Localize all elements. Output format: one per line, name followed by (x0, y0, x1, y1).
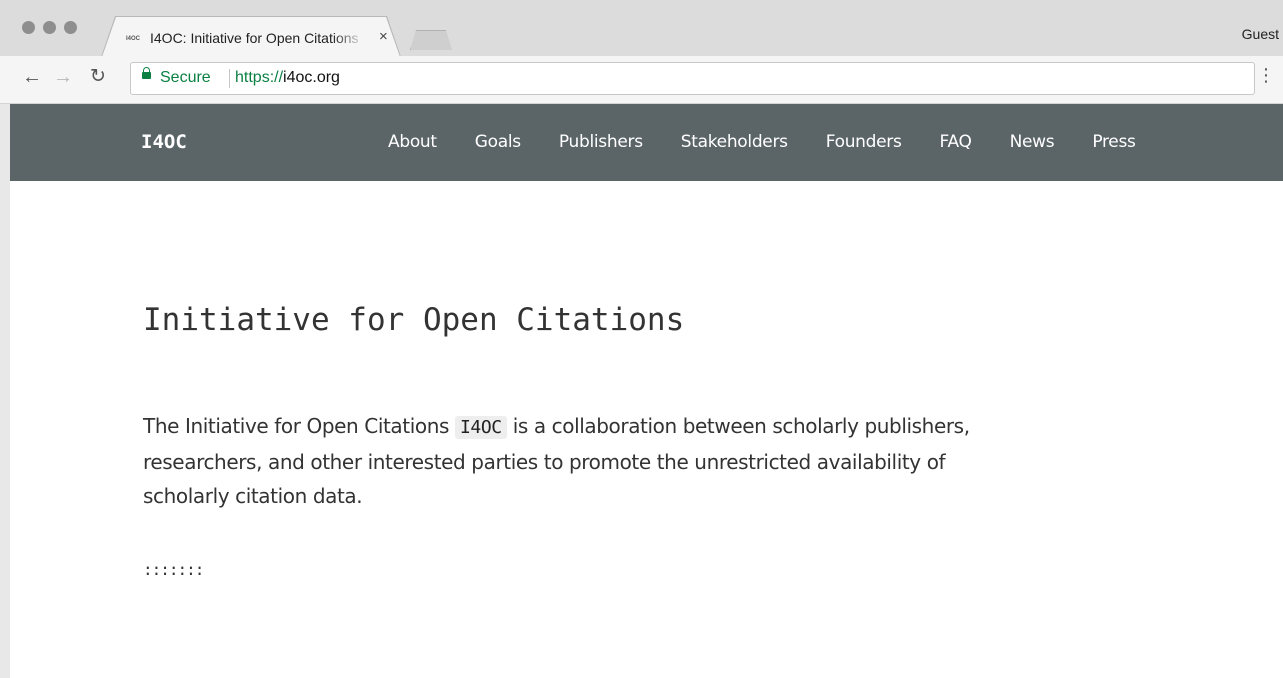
window-left-edge (0, 104, 10, 678)
back-arrow-icon[interactable]: ← (22, 67, 42, 87)
tab-close-icon[interactable]: × (379, 28, 388, 45)
page-title: Initiative for Open Citations (143, 302, 685, 338)
tab-title[interactable]: I4OC: Initiative for Open Citations (150, 30, 365, 48)
browser-menu-icon[interactable]: ⋮ (1257, 66, 1275, 84)
browser-tab-strip: I4OC I4OC: Initiative for Open Citations… (0, 0, 1283, 57)
i4oc-code: I4OC (454, 416, 507, 439)
lock-icon (142, 67, 151, 79)
section-separator: ::::::: (143, 560, 204, 579)
address-separator (229, 69, 230, 88)
nav-link-press[interactable]: Press (1092, 132, 1136, 152)
site-navbar: I4OC About Goals Publishers Stakeholders… (10, 104, 1283, 181)
browser-toolbar: ← → ↻ Secure https://i4oc.org ⋮ (0, 56, 1283, 104)
nav-link-publishers[interactable]: Publishers (559, 132, 643, 152)
profile-button[interactable]: Guest (1242, 26, 1279, 42)
favicon-icon: I4OC (125, 36, 140, 42)
site-brand[interactable]: I4OC (141, 131, 187, 153)
minimize-window-button[interactable] (43, 21, 56, 34)
forward-arrow-icon[interactable]: → (53, 67, 73, 87)
nav-link-news[interactable]: News (1010, 132, 1055, 152)
url-text[interactable]: https://i4oc.org (235, 69, 340, 87)
url-host: i4oc.org (283, 69, 340, 86)
nav-link-stakeholders[interactable]: Stakeholders (681, 132, 788, 152)
reload-icon[interactable]: ↻ (90, 67, 106, 87)
intro-paragraph: The Initiative for Open Citations I4OC i… (143, 409, 1003, 513)
secure-label: Secure (160, 69, 211, 86)
address-bar[interactable]: Secure https://i4oc.org (130, 62, 1255, 95)
url-scheme: https:// (235, 69, 284, 86)
maximize-window-button[interactable] (64, 21, 77, 34)
nav-link-faq[interactable]: FAQ (940, 132, 972, 152)
close-window-button[interactable] (22, 21, 35, 34)
intro-text-before: The Initiative for Open Citations (143, 414, 455, 438)
nav-link-founders[interactable]: Founders (826, 132, 902, 152)
new-tab-button[interactable] (410, 30, 452, 50)
site-nav-links: About Goals Publishers Stakeholders Foun… (388, 132, 1174, 152)
nav-link-goals[interactable]: Goals (475, 132, 521, 152)
nav-link-about[interactable]: About (388, 132, 437, 152)
